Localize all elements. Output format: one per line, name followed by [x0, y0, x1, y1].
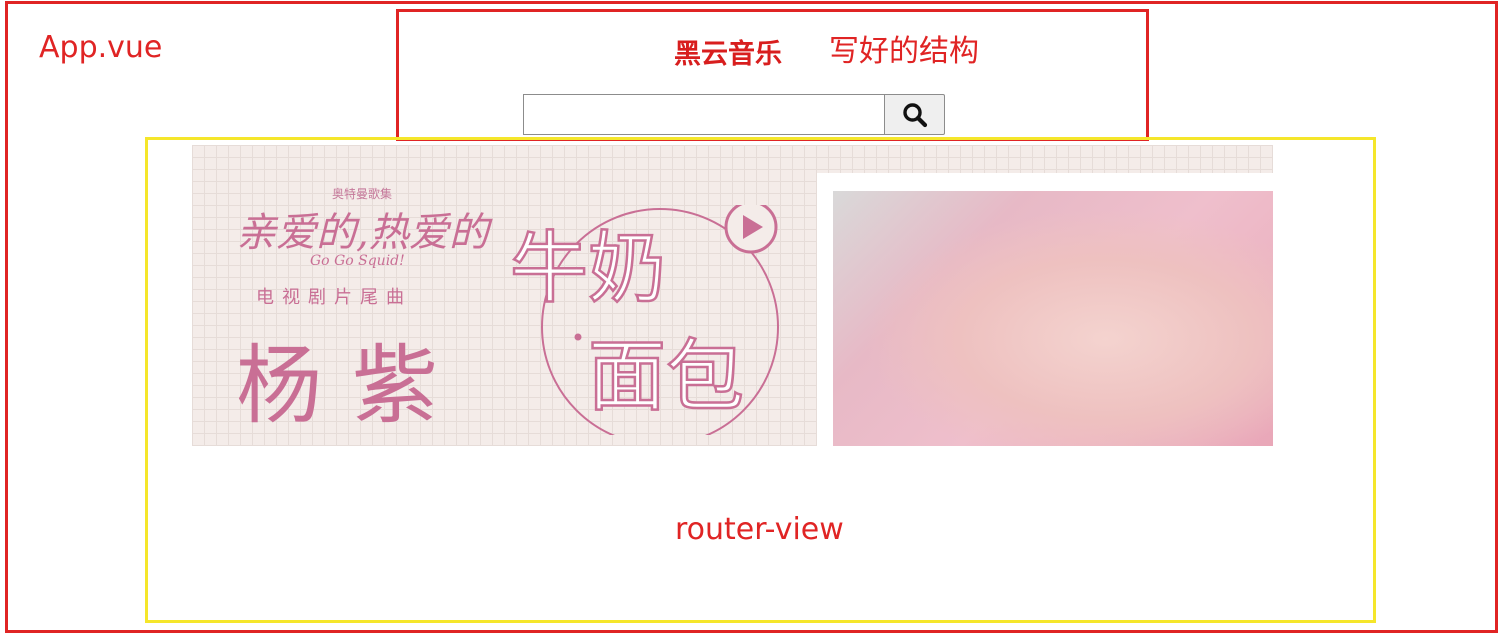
app-label: App.vue [39, 30, 163, 65]
banner-photo [833, 191, 1273, 446]
banner-singer: 杨紫 [236, 336, 468, 436]
banner-image[interactable]: 奥特曼歌集 亲爱的,热爱的 Go Go Squid! 电视剧片尾曲 杨紫 牛奶 … [192, 145, 1273, 446]
router-view-box: 奥特曼歌集 亲爱的,热爱的 Go Go Squid! 电视剧片尾曲 杨紫 牛奶 … [145, 137, 1376, 623]
banner-song-title-line1: 牛奶 [510, 224, 666, 314]
search-icon [902, 102, 927, 127]
banner-english-title: Go Go Squid! [310, 253, 405, 269]
play-icon[interactable] [724, 205, 778, 254]
banner-song-title-line2: 面包 [588, 332, 744, 422]
banner-subtitle: 电视剧片尾曲 [256, 287, 412, 308]
header-note: 写好的结构 [829, 34, 979, 69]
search-button[interactable] [884, 94, 945, 135]
banner-song-graphic: 牛奶 面包 [510, 205, 779, 435]
router-view-label: router-view [675, 512, 844, 547]
search-input[interactable] [523, 94, 885, 135]
brand-title[interactable]: 黑云音乐 [674, 32, 782, 71]
banner-drama-title: 亲爱的,热爱的 [236, 210, 489, 256]
header-box: 黑云音乐 写好的结构 [396, 9, 1149, 141]
